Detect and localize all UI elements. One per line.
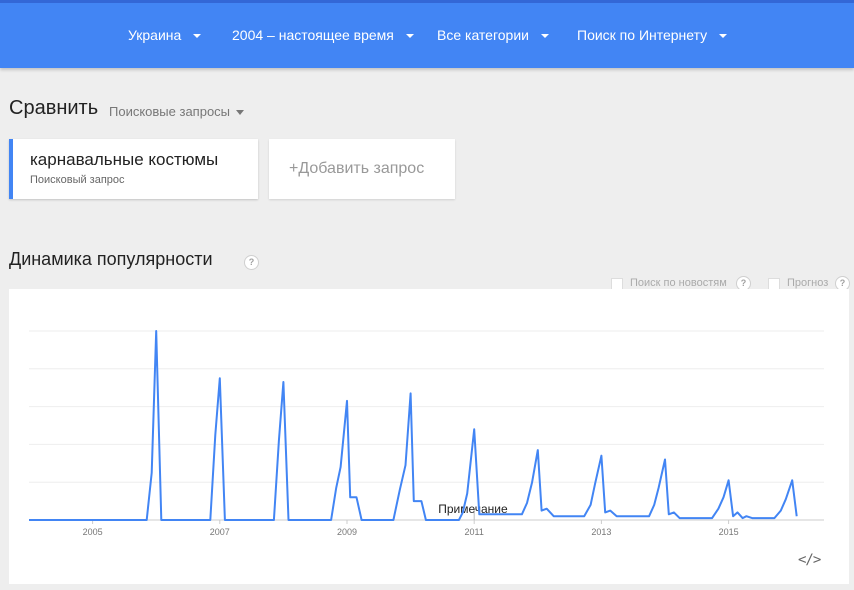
trend-chart-card: 2005 2007 2009 2011 2013 2015 Примечание xyxy=(9,289,849,584)
caret-down-icon xyxy=(540,34,549,39)
x-tick-label: 2013 xyxy=(591,527,611,537)
caret-down-icon xyxy=(719,34,728,39)
add-term-button[interactable]: +Добавить запрос xyxy=(269,139,455,199)
series-line xyxy=(29,330,798,521)
category-filter[interactable]: Все категории xyxy=(437,3,549,68)
caret-down-icon xyxy=(193,34,202,39)
time-filter-label: 2004 – настоящее время xyxy=(232,27,394,43)
caret-down-icon xyxy=(405,34,414,39)
forecast-label: Прогноз xyxy=(787,277,829,289)
trend-chart: 2005 2007 2009 2011 2013 2015 Примечание xyxy=(29,330,824,537)
compare-type-dropdown[interactable]: Поисковые запросы xyxy=(109,104,245,119)
search-type-filter-label: Поиск по Интернету xyxy=(577,27,708,43)
popularity-title: Динамика популярности xyxy=(9,249,213,269)
x-tick-label: 2007 xyxy=(210,527,230,537)
chart-grid xyxy=(29,330,824,521)
help-icon[interactable]: ? xyxy=(244,255,259,270)
search-term-card[interactable]: карнавальные костюмы Поисковый запрос xyxy=(9,139,258,199)
region-filter-label: Украина xyxy=(128,27,182,43)
category-filter-label: Все категории xyxy=(437,27,529,43)
x-tick-label: 2005 xyxy=(83,527,103,537)
chart-series xyxy=(29,330,798,521)
news-search-label: Поиск по новостям xyxy=(630,277,727,289)
region-filter[interactable]: Украина xyxy=(128,3,202,68)
search-term-subtitle: Поисковый запрос xyxy=(30,174,125,186)
x-axis: 2005 2007 2009 2011 2013 2015 xyxy=(83,520,739,537)
time-filter[interactable]: 2004 – настоящее время xyxy=(232,3,414,68)
x-tick-label: 2009 xyxy=(337,527,357,537)
compare-title: Сравнить xyxy=(9,97,99,119)
search-type-filter[interactable]: Поиск по Интернету xyxy=(577,3,728,68)
add-term-label: +Добавить запрос xyxy=(289,160,425,177)
filter-bar: Украина 2004 – настоящее время Все катег… xyxy=(0,0,854,68)
caret-down-icon xyxy=(236,110,245,116)
chart-annotation: Примечание xyxy=(438,502,508,520)
code-icon[interactable]: </> xyxy=(798,552,821,568)
x-tick-label: 2015 xyxy=(719,527,739,537)
search-term-name: карнавальные костюмы xyxy=(30,150,219,169)
compare-type-label: Поисковые запросы xyxy=(109,104,231,119)
x-tick-label: 2011 xyxy=(465,527,484,537)
